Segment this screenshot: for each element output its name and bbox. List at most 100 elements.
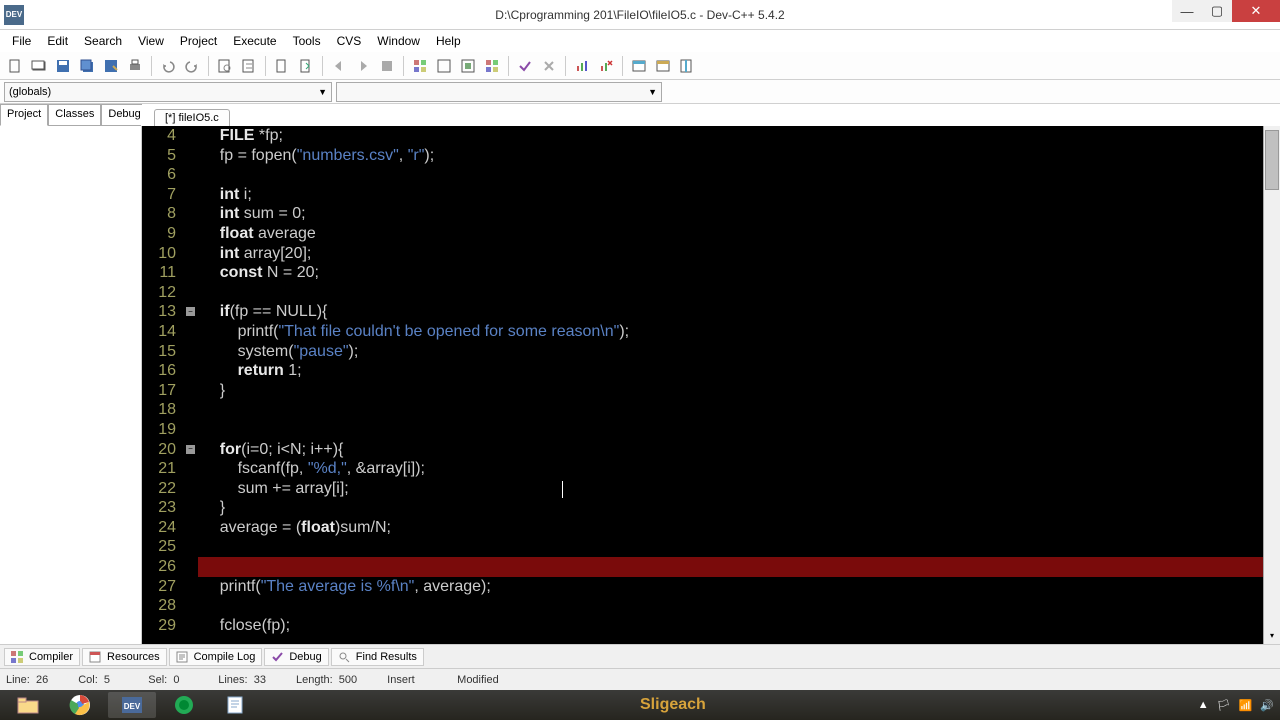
grid-icon [11, 651, 25, 663]
back-icon[interactable] [328, 55, 350, 77]
compile-icon[interactable] [409, 55, 431, 77]
debug-ok-icon[interactable] [514, 55, 536, 77]
save-all-icon[interactable] [76, 55, 98, 77]
bottom-tab-compile-log[interactable]: Compile Log [169, 648, 263, 666]
rebuild-icon[interactable] [481, 55, 503, 77]
statusbar: Line: 26 Col: 5 Sel: 0 Lines: 33 Length:… [0, 668, 1280, 690]
close-window-icon[interactable] [652, 55, 674, 77]
scope-combo-value: (globals) [9, 86, 51, 98]
sidebar-body[interactable] [0, 125, 141, 644]
new-file-icon[interactable] [4, 55, 26, 77]
scope-combo[interactable]: (globals)▼ [4, 82, 332, 102]
taskbar-notepad-icon[interactable] [212, 692, 260, 718]
taskbar-chrome-icon[interactable] [56, 692, 104, 718]
toolbar-separator [508, 56, 509, 76]
bottom-tab-compiler[interactable]: Compiler [4, 648, 80, 666]
toolbar-separator [403, 56, 404, 76]
toolbar-separator [151, 56, 152, 76]
replace-icon[interactable] [238, 55, 260, 77]
taskbar-explorer-icon[interactable] [4, 692, 52, 718]
editor-area: [*] fileIO5.c 45678910111213141516171819… [142, 104, 1280, 644]
toolbar-separator [208, 56, 209, 76]
run-icon[interactable] [433, 55, 455, 77]
bottom-tab-resources[interactable]: Resources [82, 648, 167, 666]
goto-icon[interactable] [295, 55, 317, 77]
status-line: Line: 26 [6, 674, 48, 686]
minimize-button[interactable]: — [1172, 0, 1202, 22]
svg-text:DEV: DEV [124, 702, 141, 711]
menu-search[interactable]: Search [76, 32, 130, 50]
search-icon [338, 651, 352, 663]
toolbar-separator [565, 56, 566, 76]
titlebar: DEV D:\Cprogramming 201\FileIO\fileIO5.c… [0, 0, 1280, 30]
desktop-text: Sligeach [640, 696, 706, 714]
sidebar: Project Classes Debug [0, 104, 142, 644]
window-list-icon[interactable] [676, 55, 698, 77]
status-modified: Modified [457, 674, 499, 686]
line-gutter: 4567891011121314151617181920212223242526… [142, 126, 184, 644]
menu-tools[interactable]: Tools [285, 32, 329, 50]
taskbar-app-icon[interactable] [160, 692, 208, 718]
save-icon[interactable] [52, 55, 74, 77]
menu-edit[interactable]: Edit [39, 32, 76, 50]
file-tab-active[interactable]: [*] fileIO5.c [154, 109, 230, 126]
new-window-icon[interactable] [628, 55, 650, 77]
toolbar [0, 52, 1280, 80]
status-length: Length: 500 [296, 674, 357, 686]
debug-cancel-icon[interactable] [538, 55, 560, 77]
window-buttons: — ▢ ✕ [1172, 0, 1280, 22]
menu-file[interactable]: File [4, 32, 39, 50]
bookmark-icon[interactable] [271, 55, 293, 77]
menu-window[interactable]: Window [369, 32, 428, 50]
code-content[interactable]: FILE *fp; fp = fopen("numbers.csv", "r")… [198, 126, 1263, 644]
status-insert: Insert [387, 674, 427, 686]
bottom-tab-find-results[interactable]: Find Results [331, 648, 424, 666]
sidebar-tab-debug[interactable]: Debug [101, 104, 147, 126]
fold-column: −− [184, 126, 198, 644]
menu-view[interactable]: View [130, 32, 172, 50]
menu-help[interactable]: Help [428, 32, 469, 50]
scroll-down-arrow[interactable]: ▾ [1264, 627, 1280, 644]
tray-network-icon[interactable]: 📶 [1239, 699, 1253, 712]
new-project-icon[interactable] [28, 55, 50, 77]
sidebar-tab-project[interactable]: Project [0, 104, 48, 126]
print-icon[interactable] [124, 55, 146, 77]
tray-volume-icon[interactable]: 🔊 [1260, 699, 1274, 712]
maximize-button[interactable]: ▢ [1202, 0, 1232, 22]
vertical-scrollbar[interactable]: ▴ ▾ [1263, 126, 1280, 644]
bottom-tab-debug[interactable]: Debug [264, 648, 328, 666]
compile-run-icon[interactable] [457, 55, 479, 77]
tray-flag2-icon[interactable]: 🏳 [1217, 699, 1231, 712]
check-icon [271, 651, 285, 663]
log-icon [176, 651, 190, 663]
app-icon: DEV [4, 5, 24, 25]
bottom-tabs: Compiler Resources Compile Log Debug Fin… [0, 644, 1280, 668]
delete-profile-icon[interactable] [595, 55, 617, 77]
find-icon[interactable] [214, 55, 236, 77]
status-col: Col: 5 [78, 674, 118, 686]
menu-execute[interactable]: Execute [225, 32, 284, 50]
toolbar-separator [622, 56, 623, 76]
redo-icon[interactable] [181, 55, 203, 77]
profile-icon[interactable] [571, 55, 593, 77]
system-tray: ▲ 🏳 📶 🔊 [1198, 699, 1274, 712]
sidebar-tab-classes[interactable]: Classes [48, 104, 101, 126]
taskbar-devcpp-icon[interactable]: DEV [108, 692, 156, 718]
save-as-icon[interactable] [100, 55, 122, 77]
close-button[interactable]: ✕ [1232, 0, 1280, 22]
toolbar-separator [322, 56, 323, 76]
menubar: File Edit Search View Project Execute To… [0, 30, 1280, 52]
forward-icon[interactable] [352, 55, 374, 77]
window-title: D:\Cprogramming 201\FileIO\fileIO5.c - D… [495, 8, 784, 22]
member-combo[interactable]: ▼ [336, 82, 662, 102]
menu-cvs[interactable]: CVS [329, 32, 370, 50]
code-editor[interactable]: 4567891011121314151617181920212223242526… [142, 126, 1280, 644]
undo-icon[interactable] [157, 55, 179, 77]
scroll-thumb[interactable] [1265, 130, 1279, 190]
status-sel: Sel: 0 [148, 674, 188, 686]
toolbar-separator [265, 56, 266, 76]
stop-icon[interactable] [376, 55, 398, 77]
menu-project[interactable]: Project [172, 32, 225, 50]
tray-flag-icon[interactable]: ▲ [1198, 699, 1209, 711]
file-tabs: [*] fileIO5.c [142, 104, 1280, 126]
